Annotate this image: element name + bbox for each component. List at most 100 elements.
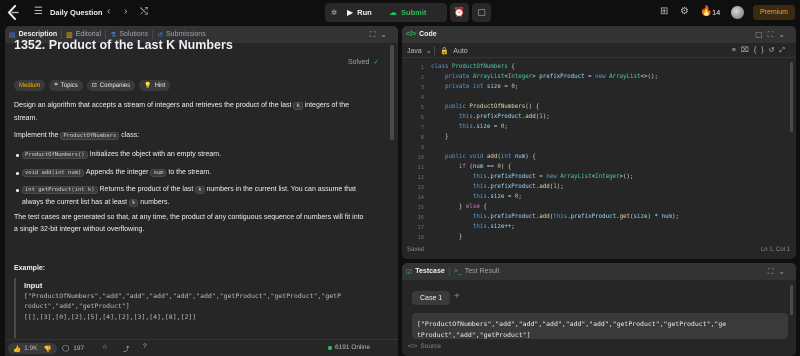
thumbs-down-icon[interactable]: 👎 — [43, 345, 51, 353]
tab-label: Editorial — [75, 31, 102, 38]
mode-select[interactable]: 🔒 Auto — [440, 47, 468, 55]
notes-icon[interactable]: ▢ — [472, 3, 491, 22]
leetcode-logo-icon[interactable] — [6, 5, 20, 20]
code-token: num — [661, 214, 672, 220]
editor-tools-icon[interactable]: ≡⌧{}↺⤢ — [732, 46, 790, 55]
run-label: Run — [357, 8, 372, 17]
case-tab[interactable]: Case 1 — [412, 291, 451, 305]
code-line[interactable]: this.prefixProduct.add(1); — [431, 114, 550, 120]
inline-code: void add(int num) — [22, 169, 85, 177]
editor-scrollbar[interactable] — [790, 62, 793, 132]
add-case-icon[interactable]: + — [454, 291, 460, 302]
description-scrollbar[interactable] — [390, 45, 394, 140]
source-button[interactable]: </> Source — [408, 343, 441, 350]
code-token: else — [465, 204, 480, 210]
testcase-tabs: ☑ Testcase >_ Test Result ⛶⌄ — [402, 263, 796, 280]
code-line[interactable]: public ProductOfNumbers() { — [431, 104, 539, 110]
editor-status-bar: Saved Ln 1, Col 1 — [402, 244, 796, 259]
code-line[interactable]: public void add(int num) { — [431, 154, 536, 160]
play-icon: ▶ — [347, 8, 354, 17]
problem-title[interactable]: 1352. Product of the Last K Numbers — [14, 38, 233, 52]
code-token: add — [525, 114, 536, 120]
help-icon[interactable]: ? — [143, 343, 147, 350]
tab-label: Code — [419, 31, 437, 38]
code-token: size — [490, 194, 505, 200]
debug-icon[interactable]: ✲ — [331, 6, 337, 19]
layout-icon[interactable]: ⊞ — [660, 7, 668, 17]
star-icon[interactable]: ☆ — [102, 343, 108, 351]
line-number: 18 — [417, 235, 424, 241]
line-number: 14 — [417, 195, 424, 201]
code-token: ) { — [525, 154, 536, 160]
code-line[interactable]: } else { — [431, 204, 487, 210]
settings-gear-icon[interactable]: ⚙ — [680, 7, 689, 17]
code-token: ArrayList — [609, 74, 641, 80]
code-line[interactable]: this.size = 0; — [431, 194, 522, 200]
code-icon: </> — [406, 31, 417, 38]
daily-question-title[interactable]: Daily Question — [50, 8, 103, 17]
code-token: } — [431, 134, 449, 140]
code-line[interactable]: private ArrayList<Integer> prefixProduct… — [431, 74, 658, 80]
testcase-input[interactable]: ["ProductOfNumbers","add","add","add","a… — [412, 313, 788, 339]
code-token: ); — [671, 214, 679, 220]
inline-code: int getProduct(int k) — [22, 186, 98, 194]
hint-tag[interactable]: 💡 Hint — [139, 80, 171, 91]
inline-code: ProductOfNumbers() — [22, 151, 88, 159]
code-line[interactable]: private int size = 0; — [431, 84, 518, 90]
code-line[interactable]: this.size = 0; — [431, 124, 508, 130]
text: Implement the — [14, 132, 59, 139]
editor-toolbar: Java ⌄ 🔒 Auto ≡⌧{}↺⤢ — [402, 43, 796, 58]
code-token: ; — [504, 124, 508, 130]
submit-button[interactable]: ☁ Submit — [389, 6, 426, 19]
code-line[interactable]: } — [431, 134, 449, 140]
panel-expand-icon[interactable]: ⛶⌄ — [768, 267, 790, 277]
text: class: — [121, 132, 140, 139]
shuffle-icon[interactable]: ⤭ — [140, 7, 148, 17]
online-dot-icon — [328, 345, 332, 350]
code-line[interactable]: this.prefixProduct.add(this.prefixProduc… — [431, 214, 679, 220]
panel-expand-icon[interactable]: ⛶⌄ — [370, 30, 392, 40]
code-line[interactable]: } — [431, 234, 463, 240]
code-token: this — [458, 124, 473, 130]
like-button[interactable]: 👍 1.9K 👎 — [8, 343, 57, 354]
code-line[interactable]: this.size++; — [431, 224, 515, 230]
timer-icon[interactable]: ⏰ — [450, 3, 469, 22]
avatar[interactable] — [731, 6, 744, 19]
code-token: prefixProduct — [490, 184, 536, 190]
code-token: private — [444, 74, 473, 80]
lock-icon: 🔒 — [440, 48, 449, 55]
prev-problem-icon[interactable]: ‹ — [107, 7, 110, 17]
code-line[interactable]: if (num == 0) { — [431, 164, 511, 170]
code-line[interactable]: this.prefixProduct.add(1); — [431, 184, 564, 190]
comments-button[interactable]: ◯ 197 — [62, 344, 84, 353]
thumbs-up-icon: 👍 — [13, 345, 22, 353]
solved-status: Solved ✓ — [348, 58, 379, 66]
language-select[interactable]: Java ⌄ — [407, 47, 432, 55]
tab-test-result[interactable]: >_ Test Result — [450, 263, 504, 280]
tab-label: Submissions — [166, 31, 206, 38]
run-button[interactable]: ▶ Run — [347, 6, 372, 19]
example-input-line: roduct","add","getProduct"] — [24, 302, 130, 310]
streak-fire-icon[interactable]: 🔥 — [700, 7, 712, 17]
testcase-scrollbar[interactable] — [790, 285, 793, 315]
line-number: 15 — [417, 205, 424, 211]
premium-button[interactable]: Premium — [753, 5, 795, 20]
share-icon[interactable]: ⤴ — [123, 343, 130, 353]
code-line[interactable]: this.prefixProduct = new ArrayList<Integ… — [431, 174, 634, 180]
panel-expand-icon[interactable]: ▢⛶⌄ — [755, 30, 790, 40]
streak-count[interactable]: 14 — [712, 8, 720, 17]
tag-label: Topics — [60, 82, 78, 89]
tab-testcase[interactable]: ☑ Testcase — [402, 263, 449, 280]
problem-list-icon[interactable]: ☰ — [34, 7, 43, 17]
tab-code[interactable]: </> Code — [402, 26, 441, 43]
companies-tag[interactable]: ⊡ Companies — [86, 80, 136, 91]
topics-tag[interactable]: ⌗ Topics — [49, 80, 83, 91]
code-token: ); — [556, 184, 564, 190]
code-line[interactable]: class ProductOfNumbers { — [431, 64, 515, 70]
code-token: Integer — [507, 74, 533, 80]
next-problem-icon[interactable]: › — [124, 7, 127, 17]
submit-label: Submit — [401, 8, 427, 17]
